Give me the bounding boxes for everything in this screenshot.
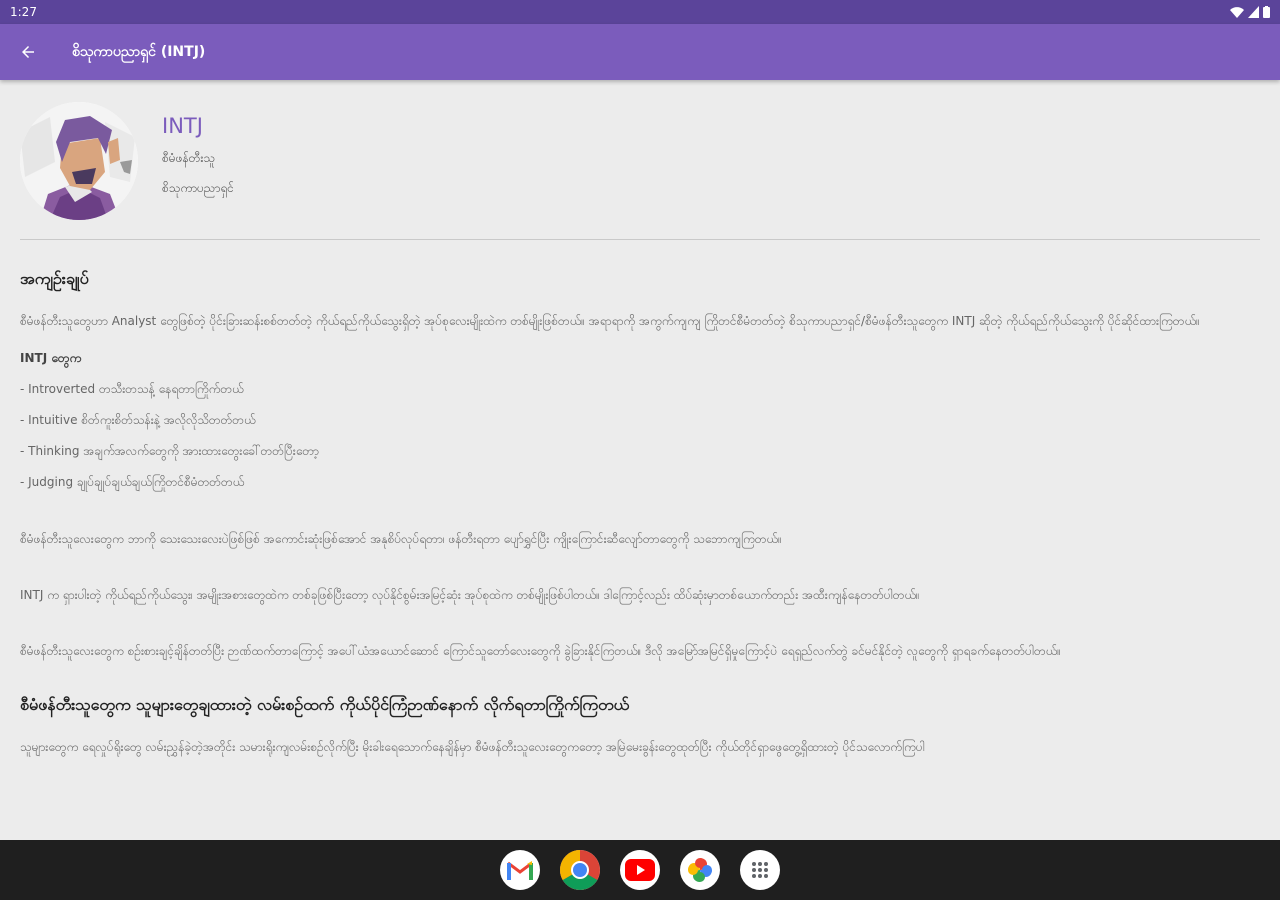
article-content[interactable]: INTJ စီမံဖန်တီးသူ စိသုကာပညာရှင် အကျဉ်းချ… [0, 80, 1280, 840]
battery-icon [1263, 6, 1270, 18]
section-title-strategy: စီမံဖန်တီးသူတွေက သူများတွေချထားတဲ့ လမ်းစ… [20, 695, 630, 714]
traits-heading: INTJ တွေက [20, 351, 82, 365]
wifi-icon [1230, 7, 1244, 18]
trait-item: - Judging ချုပ်ချုပ်ချယ်ချယ်ကြိုတင်စီမံတ… [20, 475, 245, 489]
back-button[interactable] [0, 24, 56, 80]
cell-signal-icon [1248, 6, 1259, 18]
trait-item: - Intuitive စိတ်ကူးစိတ်သန်းနဲ့ အလိုလိုသိ… [20, 413, 256, 427]
taskbar-dock [0, 840, 1280, 900]
section-title-summary: အကျဉ်းချုပ် [20, 269, 89, 288]
traits-list: - Introverted တသီးတသန့် နေရတာကြိုက်တယ် -… [20, 374, 1260, 498]
app-bar: စိသုကာပညာရှင် (INTJ) [0, 24, 1280, 80]
status-icons [1230, 6, 1270, 18]
profile-text: INTJ စီမံဖန်တီးသူ စိသုကာပညာရှင် [162, 102, 234, 198]
trait-item: - Introverted တသီးတသန့် နေရတာကြိုက်တယ် [20, 382, 244, 396]
profile-header: INTJ စီမံဖန်တီးသူ စိသုကာပညာရှင် [20, 80, 1260, 240]
status-time: 1:27 [10, 5, 37, 19]
intj-character-illustration [20, 102, 138, 220]
youtube-icon[interactable] [620, 850, 660, 890]
paragraph: သူများတွေက ရေလှုပ်ရိုးတွေ လမ်းညွှန်ခဲ့တဲ… [20, 740, 925, 754]
chrome-icon[interactable] [560, 850, 600, 890]
avatar [20, 102, 138, 220]
paragraph: စီမံဖန်တီးသူလေးတွေက ဘာကို သေးသေးလေးပဲဖြစ… [20, 532, 782, 546]
status-bar: 1:27 [0, 0, 1280, 24]
paragraph: INTJ က ရှားပါးတဲ့ ကိုယ်ရည်ကိုယ်သွေး၊ အမျ… [20, 588, 920, 602]
personality-code: INTJ [162, 114, 203, 138]
trait-item: - Thinking အချက်အလက်တွေကို အားထားတွေးခေါ… [20, 444, 319, 458]
photos-icon[interactable] [680, 850, 720, 890]
gmail-icon[interactable] [500, 850, 540, 890]
app-bar-title: စိသုကာပညာရှင် (INTJ) [72, 43, 206, 60]
app-drawer-icon[interactable] [740, 850, 780, 890]
paragraph: စီမံဖန်တီးသူလေးတွေက စဉ်းစားချင့်ချိန်တတ်… [20, 644, 1061, 658]
arrow-back-icon [22, 46, 34, 58]
paragraph-intro: စီမံဖန်တီးသူတွေဟာ Analyst တွေဖြစ်တဲ့ ပို… [20, 314, 1200, 328]
personality-name: စိသုကာပညာရှင် [162, 181, 234, 195]
personality-role: စီမံဖန်တီးသူ [162, 151, 216, 165]
